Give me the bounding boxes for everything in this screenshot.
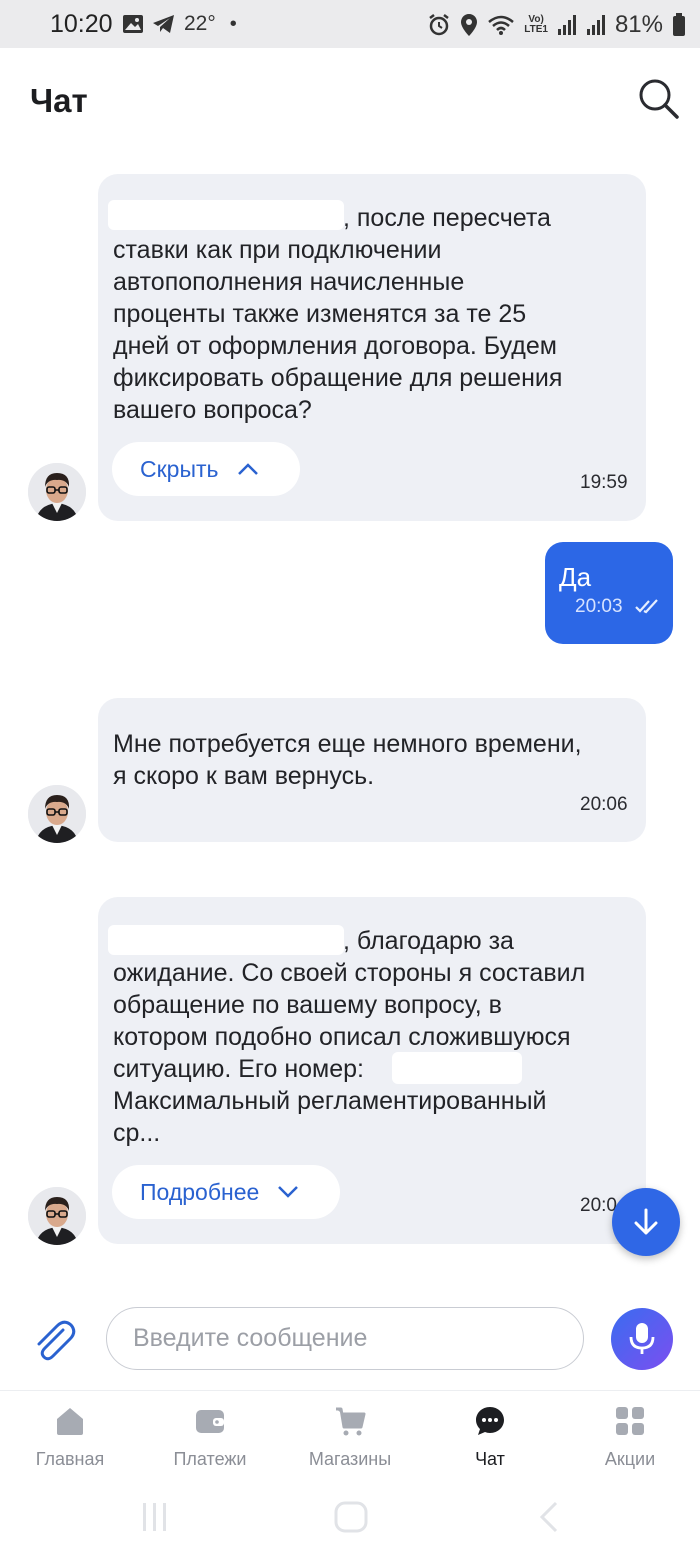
nav-item-shops[interactable]: Магазины: [280, 1391, 420, 1483]
redacted-number: [392, 1052, 522, 1084]
paperclip-icon: [37, 1320, 76, 1361]
chevron-down-icon: [278, 1186, 299, 1198]
nav-label: Чат: [475, 1449, 505, 1469]
message-text: Мне потребуется еще немного времени, я с…: [113, 730, 582, 790]
nav-item-payments[interactable]: Платежи: [140, 1391, 280, 1483]
redacted-name: [108, 925, 344, 955]
avatar-image: [28, 463, 86, 521]
message-time: 20:06: [580, 794, 628, 815]
search-icon: [639, 79, 679, 119]
attach-button[interactable]: [30, 1316, 78, 1364]
avatar: [28, 463, 86, 521]
signal-icon-2: [586, 15, 605, 35]
nav-label: Платежи: [173, 1449, 247, 1469]
message-input[interactable]: [106, 1307, 584, 1370]
message-bubble-incoming: Мне потребуется еще немного времени, я с…: [98, 698, 646, 842]
search-button[interactable]: [636, 76, 680, 120]
message-text: ставки как при подключении автопополнени…: [113, 236, 563, 424]
battery-icon: [673, 13, 685, 36]
message-text-number-line: ситуацию. Его номер:: [113, 1055, 364, 1083]
chat-icon: [476, 1407, 504, 1435]
message-text: ожидание. Со своей стороны я составил об…: [113, 959, 586, 1051]
volte-indicator: Vo) LTE1: [524, 15, 548, 35]
message-time: 20:03: [575, 596, 623, 617]
page-title: Чат: [30, 82, 88, 119]
status-right-icons: Vo) LTE1 81%: [427, 11, 686, 39]
status-temperature: 22°: [184, 12, 216, 35]
chevron-up-icon: [237, 463, 258, 475]
nav-item-promotions[interactable]: Акции: [560, 1391, 700, 1483]
nav-label: Акции: [604, 1449, 656, 1469]
avatar: [28, 1187, 86, 1245]
message-text-end: Максимальный регламентированный ср...: [113, 1087, 547, 1147]
message-bubble-incoming: , благодарю за ожидание. Со своей сторон…: [98, 897, 646, 1244]
home-nav-icon[interactable]: [333, 1500, 369, 1534]
nav-item-home[interactable]: Главная: [0, 1391, 140, 1483]
message-text-line1: , после пересчета: [343, 204, 551, 232]
signal-icon: [557, 15, 576, 35]
battery-percent: 81%: [614, 11, 663, 38]
redacted-name: [108, 200, 344, 230]
nav-item-chat[interactable]: Чат: [420, 1391, 560, 1483]
microphone-button[interactable]: [611, 1308, 673, 1370]
bottom-navigation: Главная Платежи Магазины Чат Акции: [0, 1390, 700, 1482]
volte-line2: LTE1: [524, 24, 548, 35]
telegram-icon: [153, 15, 174, 33]
avatar: [28, 785, 86, 843]
back-icon[interactable]: [536, 1500, 560, 1534]
alarm-icon: [429, 14, 449, 36]
nav-label: Магазины: [308, 1449, 392, 1469]
message-bubble-outgoing: Да 20:03: [545, 542, 673, 644]
status-time: 10:20: [50, 10, 113, 38]
status-dot: •: [229, 12, 237, 35]
avatar-image: [28, 785, 86, 843]
recent-apps-icon[interactable]: [140, 1500, 170, 1534]
more-button-label: Подробнее: [140, 1178, 260, 1205]
nav-label: Главная: [35, 1449, 105, 1469]
wifi-icon: [488, 15, 515, 35]
header: [0, 48, 700, 148]
system-navigation-bar: [0, 1482, 700, 1556]
message-time: 20:0: [580, 1195, 617, 1216]
double-check-icon: [635, 599, 658, 614]
location-icon: [461, 14, 478, 36]
hide-button[interactable]: Скрыть: [112, 442, 300, 496]
status-bar: 10:20 22° • Vo) LTE1 81%: [0, 0, 700, 48]
message-text: Да: [559, 562, 592, 592]
gallery-icon: [123, 15, 143, 33]
avatar-image: [28, 1187, 86, 1245]
cart-icon: [336, 1407, 366, 1436]
message-text-line1: , благодарю за: [343, 927, 514, 955]
scroll-down-button[interactable]: [612, 1188, 680, 1256]
home-icon: [57, 1408, 83, 1435]
grid-icon: [616, 1407, 644, 1435]
message-time: 19:59: [580, 472, 628, 493]
more-button[interactable]: Подробнее: [112, 1165, 340, 1219]
message-bubble-incoming: , после пересчета ставки как при подключ…: [98, 174, 646, 521]
arrow-down-icon: [634, 1208, 658, 1235]
microphone-icon: [629, 1323, 655, 1354]
status-left-icons: 22° •: [122, 12, 237, 36]
hide-button-label: Скрыть: [140, 455, 219, 482]
wallet-icon: [196, 1410, 224, 1433]
